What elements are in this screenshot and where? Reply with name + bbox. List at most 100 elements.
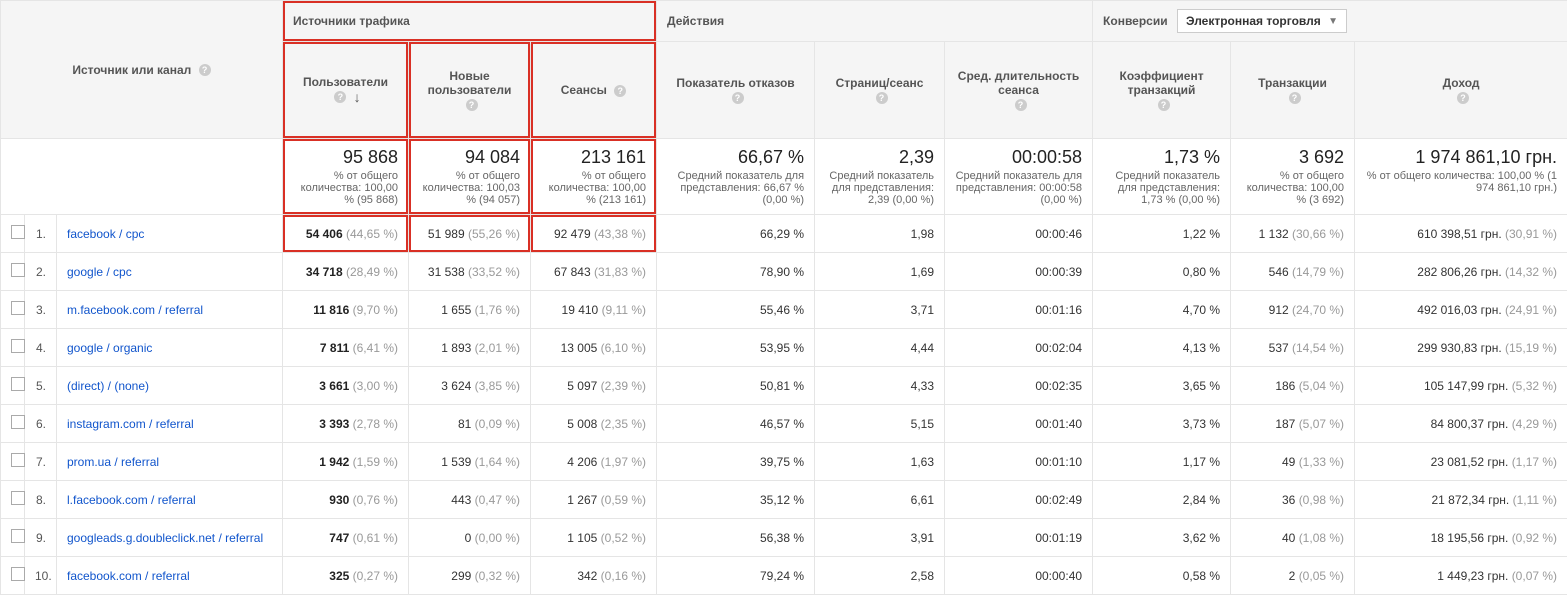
conversion-select[interactable]: Электронная торговля ▼ [1177,9,1347,33]
cell-trans: 537 (14,54 %) [1231,329,1355,367]
help-icon[interactable]: ? [1457,92,1469,104]
row-checkbox[interactable] [1,329,25,367]
cell-pps: 2,58 [815,557,945,595]
cell-pps: 1,63 [815,443,945,481]
source-link[interactable]: l.facebook.com / referral [57,481,283,519]
help-icon[interactable]: ? [1158,99,1170,111]
cell-trans-rate: 3,65 % [1093,367,1231,405]
source-link[interactable]: facebook / cpc [57,215,283,253]
cell-bounce: 35,12 % [657,481,815,519]
cell-duration: 00:01:16 [945,291,1093,329]
cell-duration: 00:01:40 [945,405,1093,443]
cell-revenue: 18 195,56 грн. (0,92 %) [1355,519,1567,557]
table-row: 3.m.facebook.com / referral11 816 (9,70 … [1,291,1567,329]
cell-bounce: 56,38 % [657,519,815,557]
row-checkbox[interactable] [1,367,25,405]
col-dimension[interactable]: Источник или канал ? [1,1,283,139]
cell-bounce: 78,90 % [657,253,815,291]
cell-trans: 187 (5,07 %) [1231,405,1355,443]
cell-new-users: 51 989 (55,26 %) [409,215,531,253]
row-checkbox[interactable] [1,443,25,481]
col-trans[interactable]: Транзакции ? [1231,42,1355,139]
cell-trans-rate: 0,58 % [1093,557,1231,595]
cell-bounce: 46,57 % [657,405,815,443]
help-icon[interactable]: ? [466,99,478,111]
col-trans-rate[interactable]: Коэффициент транзакций ? [1093,42,1231,139]
cell-revenue: 492 016,03 грн. (24,91 %) [1355,291,1567,329]
cell-sessions: 92 479 (43,38 %) [531,215,657,253]
cell-new-users: 31 538 (33,52 %) [409,253,531,291]
cell-bounce: 50,81 % [657,367,815,405]
cell-new-users: 443 (0,47 %) [409,481,531,519]
help-icon[interactable]: ? [334,91,346,103]
row-checkbox[interactable] [1,215,25,253]
cell-trans: 36 (0,98 %) [1231,481,1355,519]
row-checkbox[interactable] [1,405,25,443]
cell-users: 930 (0,76 %) [283,481,409,519]
help-icon[interactable]: ? [876,92,888,104]
help-icon[interactable]: ? [1015,99,1027,111]
cell-trans: 186 (5,04 %) [1231,367,1355,405]
source-link[interactable]: facebook.com / referral [57,557,283,595]
cell-bounce: 66,29 % [657,215,815,253]
cell-trans-rate: 1,17 % [1093,443,1231,481]
cell-trans: 49 (1,33 %) [1231,443,1355,481]
source-link[interactable]: (direct) / (none) [57,367,283,405]
row-index: 5. [25,367,57,405]
cell-trans-rate: 3,73 % [1093,405,1231,443]
row-index: 1. [25,215,57,253]
cell-duration: 00:02:49 [945,481,1093,519]
chevron-down-icon: ▼ [1328,16,1338,27]
col-new-users[interactable]: Новые пользователи ? [409,42,531,139]
col-pps[interactable]: Страниц/сеанс ? [815,42,945,139]
cell-sessions: 1 105 (0,52 %) [531,519,657,557]
source-link[interactable]: instagram.com / referral [57,405,283,443]
row-checkbox[interactable] [1,557,25,595]
table-row: 5.(direct) / (none)3 661 (3,00 %)3 624 (… [1,367,1567,405]
help-icon[interactable]: ? [732,92,744,104]
group-actions: Действия [657,1,1093,42]
group-conversions: Конверсии Электронная торговля ▼ [1093,1,1567,42]
cell-sessions: 67 843 (31,83 %) [531,253,657,291]
cell-sessions: 1 267 (0,59 %) [531,481,657,519]
cell-users: 11 816 (9,70 %) [283,291,409,329]
cell-pps: 1,98 [815,215,945,253]
source-link[interactable]: m.facebook.com / referral [57,291,283,329]
col-bounce[interactable]: Показатель отказов ? [657,42,815,139]
row-checkbox[interactable] [1,253,25,291]
table-row: 2.google / cpc34 718 (28,49 %)31 538 (33… [1,253,1567,291]
row-checkbox[interactable] [1,481,25,519]
cell-users: 34 718 (28,49 %) [283,253,409,291]
source-link[interactable]: google / organic [57,329,283,367]
cell-trans: 40 (1,08 %) [1231,519,1355,557]
col-users[interactable]: Пользователи ? ↓ [283,42,409,139]
col-duration[interactable]: Сред. длительность сеанса ? [945,42,1093,139]
cell-bounce: 53,95 % [657,329,815,367]
cell-sessions: 5 097 (2,39 %) [531,367,657,405]
row-index: 4. [25,329,57,367]
row-index: 2. [25,253,57,291]
cell-users: 3 661 (3,00 %) [283,367,409,405]
analytics-table: Источник или канал ? Источники трафика Д… [0,0,1567,595]
help-icon[interactable]: ? [614,85,626,97]
cell-users: 3 393 (2,78 %) [283,405,409,443]
source-link[interactable]: googleads.g.doubleclick.net / referral [57,519,283,557]
help-icon[interactable]: ? [1289,92,1301,104]
cell-users: 325 (0,27 %) [283,557,409,595]
row-index: 6. [25,405,57,443]
sort-desc-icon: ↓ [354,89,361,105]
source-link[interactable]: google / cpc [57,253,283,291]
row-checkbox[interactable] [1,291,25,329]
cell-sessions: 342 (0,16 %) [531,557,657,595]
row-index: 10. [25,557,57,595]
cell-new-users: 0 (0,00 %) [409,519,531,557]
col-revenue[interactable]: Доход ? [1355,42,1567,139]
cell-pps: 4,33 [815,367,945,405]
col-sessions[interactable]: Сеансы ? [531,42,657,139]
help-icon[interactable]: ? [199,64,211,76]
source-link[interactable]: prom.ua / referral [57,443,283,481]
cell-sessions: 13 005 (6,10 %) [531,329,657,367]
row-checkbox[interactable] [1,519,25,557]
cell-new-users: 299 (0,32 %) [409,557,531,595]
cell-duration: 00:02:35 [945,367,1093,405]
